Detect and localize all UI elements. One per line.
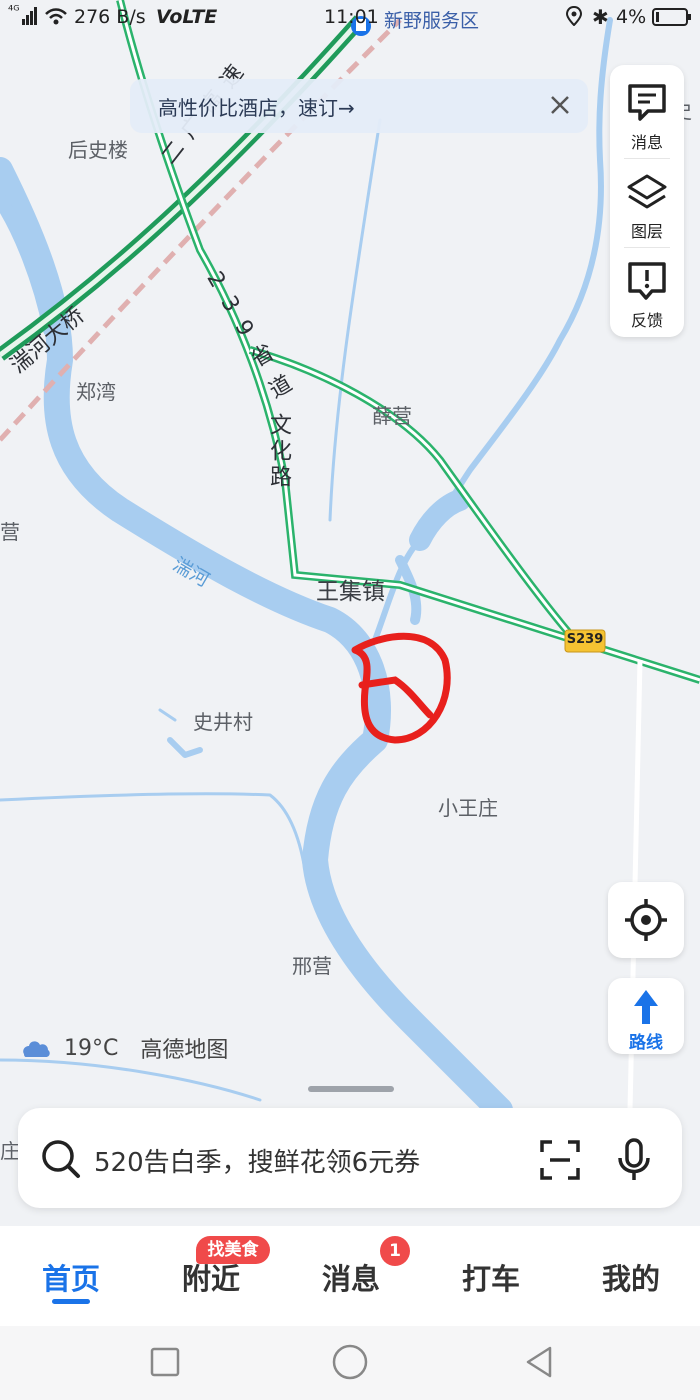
scan-icon[interactable]	[538, 1138, 582, 1182]
route-arrow-icon	[634, 990, 658, 1024]
place-label-xingying: 邢营	[292, 954, 332, 978]
temperature: 19°C	[64, 1035, 119, 1061]
place-label-houshilou: 后史楼	[68, 138, 128, 162]
hotel-promo-banner[interactable]: 高性价比酒店，速订→	[130, 79, 588, 133]
feedback-label: 反馈	[630, 311, 663, 330]
place-label-wangji[interactable]: 王集镇	[316, 572, 385, 606]
tool-divider	[624, 158, 670, 159]
recent-apps-icon[interactable]	[150, 1347, 180, 1377]
feedback-button[interactable]: 反馈	[610, 249, 684, 337]
volte-indicator: VoLTE	[156, 6, 218, 28]
map-tool-panel: 消息 图层 反馈	[610, 65, 684, 337]
tool-divider	[624, 247, 670, 248]
locate-me-button[interactable]	[608, 882, 684, 958]
place-label-xiaowang: 小王庄	[438, 796, 498, 820]
bottom-tab-bar: 首页 附近 找美食 消息 1 打车 我的	[0, 1226, 700, 1326]
system-navigation-bar	[0, 1326, 700, 1400]
layers-icon	[627, 174, 667, 209]
message-icon	[628, 84, 666, 121]
crosshair-icon	[625, 899, 667, 941]
place-label-zhuang-left: 庄	[0, 1139, 20, 1163]
route-label: 路线	[629, 1033, 663, 1053]
brand-logo: 高德地图	[140, 1038, 229, 1063]
tab-home[interactable]: 首页	[21, 1256, 121, 1298]
close-icon[interactable]	[546, 91, 574, 119]
bluetooth-icon: ✱	[592, 5, 609, 29]
drawer-handle[interactable]	[308, 1086, 394, 1092]
feedback-icon	[628, 262, 666, 300]
promo-text[interactable]: 高性价比酒店，速订→	[158, 92, 355, 121]
message-button[interactable]: 消息	[610, 71, 684, 159]
place-label-ying-left: 营	[0, 520, 20, 544]
message-label: 消息	[630, 133, 663, 152]
search-bar[interactable]: 520告白季，搜鲜花领6元券	[18, 1108, 682, 1208]
tab-taxi[interactable]: 打车	[441, 1256, 541, 1298]
route-button[interactable]: 路线	[608, 978, 684, 1054]
road-label-wenhua: 文化路	[266, 413, 291, 491]
status-bar: ⁴ᴳ 276 B/s VoLTE 11:01 新野服务区 ✱ 4%	[0, 0, 700, 36]
signal-bars-icon	[22, 7, 38, 30]
active-tab-indicator	[52, 1299, 90, 1304]
cloud-icon	[23, 1041, 50, 1057]
clock: 11:01	[324, 6, 379, 28]
weather-widget[interactable]: 19°C 高德地图	[18, 1033, 228, 1063]
layers-button[interactable]: 图层	[610, 160, 684, 248]
nearby-food-badge: 找美食	[196, 1236, 270, 1264]
location-status-icon	[565, 5, 583, 31]
search-icon	[42, 1140, 80, 1178]
layers-label: 图层	[630, 222, 663, 241]
tab-mine[interactable]: 我的	[581, 1256, 681, 1298]
wifi-icon	[44, 6, 68, 31]
microphone-icon[interactable]	[612, 1138, 656, 1182]
battery-icon	[652, 8, 692, 31]
signal-indicator: ⁴ᴳ	[8, 4, 20, 19]
service-area-label[interactable]: 新野服务区	[384, 6, 479, 33]
road-shield-label: S239	[566, 632, 604, 647]
search-input[interactable]: 520告白季，搜鲜花领6元券	[94, 1142, 420, 1179]
place-label-xueying: 薛营	[372, 404, 412, 428]
home-icon[interactable]	[332, 1344, 368, 1380]
app-screen: 后史楼 二广高速 湍河大桥 239省道 郑湾 薛营 文化路 营 湍河 王集镇 S…	[0, 0, 700, 1400]
net-speed: 276 B/s	[74, 6, 146, 28]
place-label-shijing: 史井村	[193, 710, 253, 734]
messages-count-badge: 1	[380, 1236, 410, 1266]
battery-text: 4%	[616, 6, 647, 28]
place-label-zhengwan: 郑湾	[76, 380, 116, 404]
back-icon[interactable]	[524, 1345, 554, 1379]
